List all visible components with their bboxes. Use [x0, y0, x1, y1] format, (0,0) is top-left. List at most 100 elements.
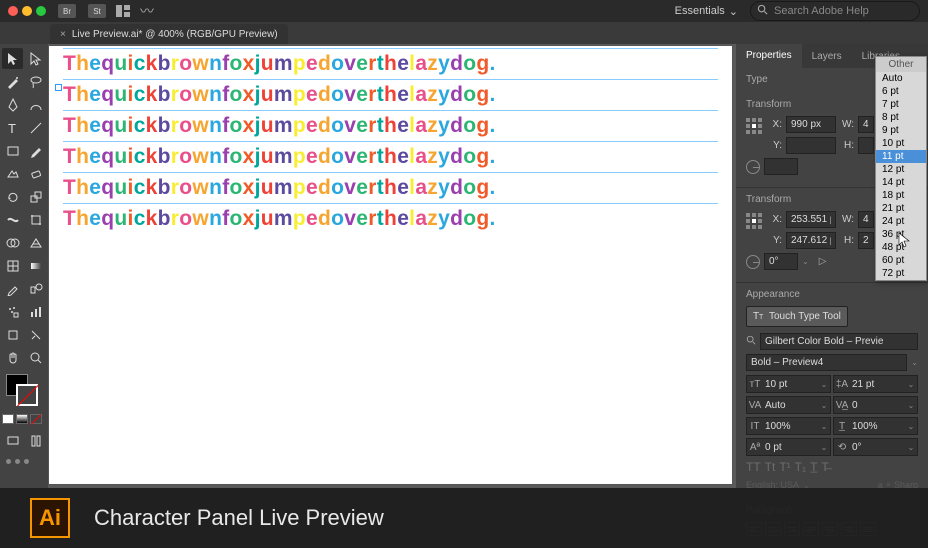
arrange-icon[interactable] — [116, 5, 130, 17]
text-line[interactable]: The quick brown fox jumped over the lazy… — [63, 141, 718, 172]
subscript-icon[interactable]: T₁ — [795, 460, 806, 474]
y2-input[interactable] — [786, 232, 836, 249]
color-swatches[interactable] — [2, 374, 46, 410]
edit-toolbar-icon[interactable] — [25, 430, 46, 451]
stroke-swatch[interactable] — [16, 384, 38, 406]
color-mode-icon[interactable] — [2, 414, 14, 424]
width-tool[interactable] — [2, 209, 23, 230]
small-caps-icon[interactable]: Tt — [765, 460, 776, 474]
curvature-tool[interactable] — [25, 94, 46, 115]
dropdown-option[interactable]: 21 pt — [876, 202, 926, 215]
text-line[interactable]: The quick brown fox jumped over the lazy… — [63, 203, 718, 234]
bridge-button[interactable]: Br — [58, 4, 76, 18]
font-size-input[interactable]: тT10 pt⌄ — [746, 375, 831, 393]
draw-mode-icons[interactable] — [2, 414, 46, 424]
symbol-sprayer-tool[interactable] — [2, 301, 23, 322]
dropdown-option[interactable]: 36 pt — [876, 228, 926, 241]
gradient-mode-icon[interactable] — [16, 414, 28, 424]
eyedropper-tool[interactable] — [2, 278, 23, 299]
x2-input[interactable] — [786, 211, 836, 228]
baseline-input[interactable]: Aª0 pt⌄ — [746, 438, 831, 456]
rotate-tool[interactable] — [2, 186, 23, 207]
dropdown-option[interactable]: 10 pt — [876, 137, 926, 150]
toolbar-more-icon[interactable] — [2, 459, 46, 464]
paintbrush-tool[interactable] — [25, 140, 46, 161]
scale-tool[interactable] — [25, 186, 46, 207]
search-input[interactable]: Search Adobe Help — [750, 1, 920, 21]
rotation-input[interactable]: ⟲0°⌄ — [833, 438, 918, 456]
eraser-tool[interactable] — [25, 163, 46, 184]
reference-point-icon[interactable] — [746, 118, 764, 136]
hand-tool[interactable] — [2, 347, 23, 368]
gradient-tool[interactable] — [25, 255, 46, 276]
angle-input[interactable] — [764, 158, 798, 175]
type-tool[interactable]: T — [2, 117, 23, 138]
artboard-tool[interactable] — [2, 324, 23, 345]
kerning-input[interactable]: VAAuto⌄ — [746, 396, 831, 414]
perspective-tool[interactable] — [25, 232, 46, 253]
dropdown-option[interactable]: 24 pt — [876, 215, 926, 228]
workspace-switcher[interactable]: Essentials ⌄ — [667, 3, 746, 20]
angle2-input[interactable] — [764, 253, 798, 270]
dropdown-option[interactable]: 8 pt — [876, 111, 926, 124]
h-input[interactable] — [858, 137, 874, 154]
graph-tool[interactable] — [25, 301, 46, 322]
font-style-input[interactable]: Bold – Preview4 — [746, 354, 907, 371]
vscale-input[interactable]: IT100%⌄ — [746, 417, 831, 435]
dropdown-option[interactable]: 6 pt — [876, 85, 926, 98]
document-tab[interactable]: × Live Preview.ai* @ 400% (RGB/GPU Previ… — [50, 24, 288, 44]
touch-type-button[interactable]: TT Touch Type Tool — [746, 306, 848, 327]
dropdown-option[interactable]: 9 pt — [876, 124, 926, 137]
font-family-input[interactable]: Gilbert Color Bold – Previe — [760, 333, 918, 350]
pen-tool[interactable] — [2, 94, 23, 115]
rectangle-tool[interactable] — [2, 140, 23, 161]
tab-properties[interactable]: Properties — [736, 44, 802, 68]
shape-builder-tool[interactable] — [2, 232, 23, 253]
w-input[interactable] — [858, 116, 874, 133]
dropdown-option[interactable]: 18 pt — [876, 189, 926, 202]
canvas[interactable]: The quick brown fox jumped over the lazy… — [48, 44, 736, 488]
maximize-icon[interactable] — [36, 6, 46, 16]
shaper-tool[interactable] — [2, 163, 23, 184]
zoom-tool[interactable] — [25, 347, 46, 368]
strikethrough-icon[interactable]: T̶ — [821, 460, 828, 474]
dropdown-option[interactable]: 7 pt — [876, 98, 926, 111]
superscript-icon[interactable]: T¹ — [779, 460, 790, 474]
dropdown-option[interactable]: 11 pt — [876, 150, 926, 163]
text-line[interactable]: The quick brown fox jumped over the lazy… — [63, 110, 718, 141]
search-font-icon[interactable] — [746, 335, 756, 348]
artboard[interactable]: The quick brown fox jumped over the lazy… — [48, 45, 733, 485]
dropdown-option[interactable]: 72 pt — [876, 267, 926, 280]
reference-point-icon[interactable] — [746, 213, 764, 231]
all-caps-icon[interactable]: TT — [746, 460, 761, 474]
gpu-icon[interactable]: 〰 — [140, 1, 154, 21]
text-line[interactable]: The quick brown fox jumped over the lazy… — [63, 79, 718, 110]
dropdown-option[interactable]: Auto — [876, 72, 926, 85]
w2-input[interactable] — [858, 211, 874, 228]
dropdown-option[interactable]: 12 pt — [876, 163, 926, 176]
leading-dropdown[interactable]: Other Auto6 pt7 pt8 pt9 pt10 pt11 pt12 p… — [875, 56, 927, 281]
underline-icon[interactable]: T̲ — [810, 460, 817, 474]
magic-wand-tool[interactable] — [2, 71, 23, 92]
direct-selection-tool[interactable] — [25, 48, 46, 69]
tab-layers[interactable]: Layers — [802, 44, 852, 68]
dropdown-option[interactable]: 60 pt — [876, 254, 926, 267]
line-tool[interactable] — [25, 117, 46, 138]
dropdown-option[interactable]: 48 pt — [876, 241, 926, 254]
tracking-input[interactable]: VA̲0⌄ — [833, 396, 918, 414]
h2-input[interactable] — [858, 232, 874, 249]
dropdown-option[interactable]: 14 pt — [876, 176, 926, 189]
slice-tool[interactable] — [25, 324, 46, 345]
text-line[interactable]: The quick brown fox jumped over the lazy… — [63, 48, 718, 79]
y-input[interactable] — [786, 137, 836, 154]
x-input[interactable] — [786, 116, 836, 133]
close-icon[interactable] — [8, 6, 18, 16]
blend-tool[interactable] — [25, 278, 46, 299]
selection-tool[interactable] — [2, 48, 23, 69]
none-mode-icon[interactable] — [30, 414, 42, 424]
text-line[interactable]: The quick brown fox jumped over the lazy… — [63, 172, 718, 203]
lasso-tool[interactable] — [25, 71, 46, 92]
free-transform-tool[interactable] — [25, 209, 46, 230]
mesh-tool[interactable] — [2, 255, 23, 276]
screen-mode-icon[interactable] — [2, 430, 23, 451]
